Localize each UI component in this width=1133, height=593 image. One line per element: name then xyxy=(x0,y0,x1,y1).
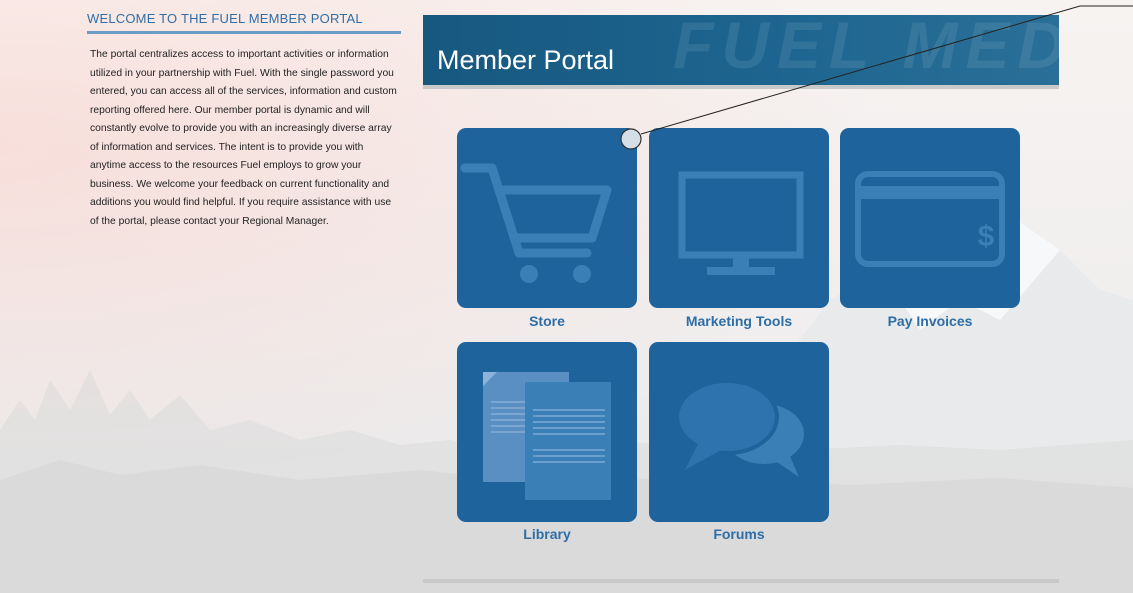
banner-divider xyxy=(423,85,1059,89)
forums-label[interactable]: Forums xyxy=(649,526,829,542)
welcome-paragraph: The portal centralizes access to importa… xyxy=(90,49,397,227)
cart-icon xyxy=(460,163,612,283)
credit-card-icon: $ xyxy=(855,171,1005,267)
footer-divider xyxy=(423,579,1059,583)
member-portal-banner: FUEL MEDICAL Member Portal xyxy=(423,15,1059,85)
pay-invoices-label[interactable]: Pay Invoices xyxy=(840,313,1020,329)
monitor-icon xyxy=(678,171,804,275)
svg-text:$: $ xyxy=(978,220,995,253)
marketing-tools-tile[interactable] xyxy=(649,128,829,308)
chat-bubbles-icon xyxy=(675,379,804,477)
pay-invoices-tile[interactable]: $ xyxy=(840,128,1020,308)
forums-tile[interactable] xyxy=(649,342,829,522)
banner-watermark: FUEL MEDICAL xyxy=(673,15,1059,82)
page-title: Member Portal xyxy=(437,45,615,75)
documents-icon xyxy=(483,372,611,500)
marketing-tools-label[interactable]: Marketing Tools xyxy=(649,313,829,329)
library-label[interactable]: Library xyxy=(457,526,637,542)
store-label[interactable]: Store xyxy=(457,313,637,329)
welcome-heading: WELCOME TO THE FUEL MEMBER PORTAL xyxy=(87,11,401,34)
store-tile[interactable] xyxy=(457,128,637,308)
library-tile[interactable] xyxy=(457,342,637,522)
